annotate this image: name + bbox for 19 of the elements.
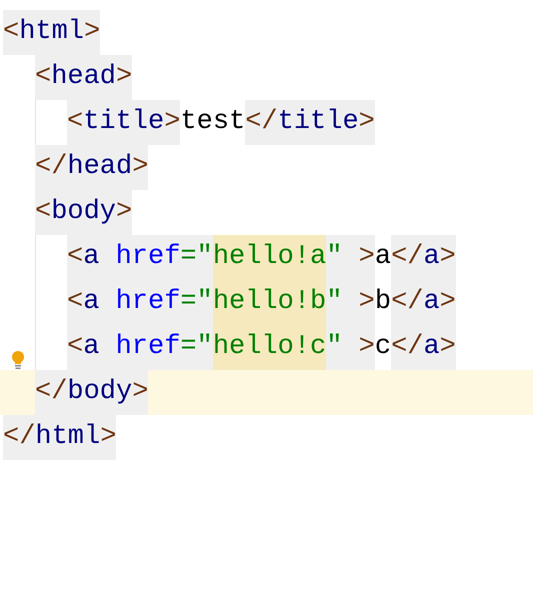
lightbulb-icon[interactable] [10, 350, 26, 370]
html-tag: </head> [35, 145, 148, 190]
html-tag: </html> [3, 415, 116, 460]
html-tag: </title> [245, 100, 375, 145]
html-tag: </a> [391, 280, 456, 325]
html-tag: <a href="hello!c" > [67, 325, 375, 370]
html-tag: </a> [391, 235, 456, 280]
html-tag: <title> [67, 100, 180, 145]
text-content: c [374, 331, 392, 364]
text-content: a [374, 241, 392, 274]
html-tag: </a> [391, 325, 456, 370]
html-tag: <body> [35, 190, 132, 235]
html-tag: <a href="hello!a" > [67, 235, 375, 280]
html-tag: <html> [3, 10, 100, 55]
text-content: b [374, 286, 392, 319]
text-content: test [180, 106, 246, 139]
html-tag: <a href="hello!b" > [67, 280, 375, 325]
html-tag: <head> [35, 55, 132, 100]
html-tag: </body> [35, 370, 148, 415]
